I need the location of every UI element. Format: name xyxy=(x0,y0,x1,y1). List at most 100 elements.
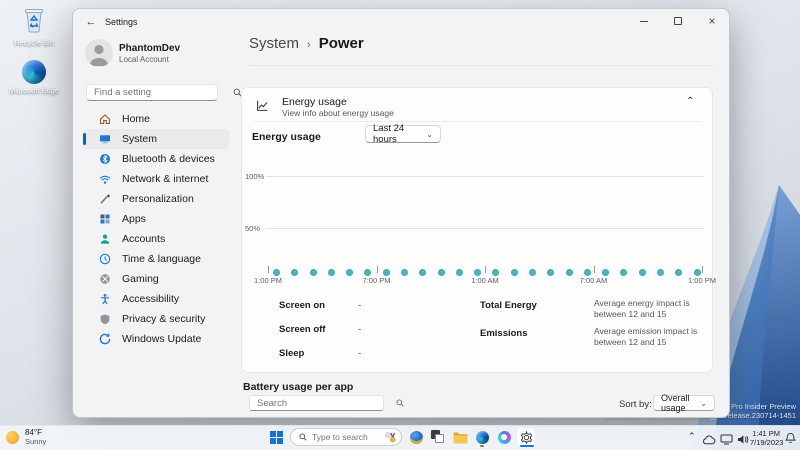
task-view-button[interactable] xyxy=(428,427,448,447)
tray-date: 7/19/2023 xyxy=(750,438,784,447)
stat-sleep-label: Sleep xyxy=(279,348,305,359)
energy-data-point[interactable] xyxy=(419,269,427,277)
stat-screen-on-label: Screen on xyxy=(279,300,325,311)
system-icon xyxy=(99,133,111,145)
chevron-down-icon: ⌄ xyxy=(426,129,433,139)
running-indicator xyxy=(480,445,484,447)
energy-data-point[interactable] xyxy=(382,269,390,277)
x-tick-mark xyxy=(593,266,595,273)
user-name: PhantomDev xyxy=(119,43,181,54)
sidebar-item-apps[interactable]: Apps xyxy=(83,209,229,229)
start-button[interactable] xyxy=(266,427,286,447)
chevron-down-icon: ⌄ xyxy=(700,398,707,408)
card-divider xyxy=(254,121,702,122)
windows-logo-icon xyxy=(269,430,283,444)
stat-total-energy-label: Total Energy xyxy=(480,300,537,311)
energy-data-point[interactable] xyxy=(510,269,518,277)
settings-search-input[interactable] xyxy=(87,87,233,98)
network-tray-button[interactable] xyxy=(720,432,733,450)
energy-data-point[interactable] xyxy=(693,269,701,277)
x-tick-mark xyxy=(702,266,703,273)
energy-data-point[interactable] xyxy=(547,269,555,277)
sidebar: PhantomDev Local Account Home System Blu… xyxy=(73,37,242,417)
taskbar-app-blue[interactable] xyxy=(406,427,426,447)
close-button[interactable]: × xyxy=(695,9,729,33)
file-explorer-button[interactable] xyxy=(450,427,470,447)
taskbar-search-input[interactable] xyxy=(312,432,384,442)
energy-data-point[interactable] xyxy=(327,269,335,277)
settings-window: ← Settings × PhantomDev Local Account Fi… xyxy=(72,8,730,418)
x-tick-mark xyxy=(485,266,486,273)
recycle-bin-icon xyxy=(25,9,43,33)
minimize-button[interactable] xyxy=(627,9,661,33)
volume-tray-button[interactable] xyxy=(737,432,749,450)
desktop-icon-recycle-bin[interactable]: Recycle Bin xyxy=(5,6,63,47)
sidebar-item-system[interactable]: System xyxy=(83,129,229,149)
xbox-icon xyxy=(99,273,111,285)
sidebar-item-privacy-security[interactable]: Privacy & security xyxy=(83,309,229,329)
page-title: Power xyxy=(318,35,364,52)
tray-expand-button[interactable]: ⌃ xyxy=(688,431,696,442)
sidebar-item-accounts[interactable]: Accounts xyxy=(83,229,229,249)
energy-data-point[interactable] xyxy=(346,269,354,277)
card-subtitle: View info about energy usage xyxy=(282,108,394,118)
energy-data-point[interactable] xyxy=(291,269,299,277)
breadcrumb-parent[interactable]: System xyxy=(249,35,299,52)
sidebar-item-home[interactable]: Home xyxy=(83,109,229,129)
weather-widget[interactable]: 84°F Sunny xyxy=(6,428,46,446)
maximize-button[interactable] xyxy=(661,9,695,33)
sidebar-item-accessibility[interactable]: Accessibility xyxy=(83,289,229,309)
energy-data-point[interactable] xyxy=(620,269,628,277)
copilot-button[interactable] xyxy=(494,427,514,447)
battery-search-input[interactable] xyxy=(250,397,396,409)
time-range-dropdown[interactable]: Last 24 hours ⌄ xyxy=(365,123,441,145)
desktop-icon-microsoft-edge[interactable]: Microsoft Edge xyxy=(5,60,63,95)
app-icon-blue xyxy=(409,430,423,444)
sidebar-item-personalization[interactable]: Personalization xyxy=(83,189,229,209)
minimize-icon xyxy=(640,20,648,22)
sidebar-item-bluetooth-devices[interactable]: Bluetooth & devices xyxy=(83,149,229,169)
y-tick-label: 50% xyxy=(245,224,261,233)
sidebar-item-time-language[interactable]: Time & language xyxy=(83,249,229,269)
tray-time: 1:41 PM xyxy=(752,429,780,438)
energy-data-point[interactable] xyxy=(400,269,408,277)
header-divider xyxy=(249,65,713,66)
stat-screen-off-label: Screen off xyxy=(279,324,326,335)
collapse-chevron-icon[interactable]: ⌃ xyxy=(686,96,694,107)
notification-center-button[interactable] xyxy=(785,431,796,449)
user-account-type: Local Account xyxy=(119,55,169,64)
copilot-icon xyxy=(497,430,511,444)
stat-total-energy-value: Average energy impact is between 12 and … xyxy=(594,298,690,319)
energy-data-point[interactable] xyxy=(638,269,646,277)
window-controls: × xyxy=(627,9,729,33)
x-tick-label: 7:00 AM xyxy=(579,276,608,285)
energy-data-point[interactable] xyxy=(437,269,445,277)
settings-taskbar-button[interactable] xyxy=(516,427,536,447)
accessibility-person-icon xyxy=(99,293,111,305)
energy-data-point[interactable] xyxy=(656,269,664,277)
stat-emissions-value: Average emission impact is between 12 an… xyxy=(594,326,698,347)
sort-by-dropdown[interactable]: Overall usage ⌄ xyxy=(653,393,715,413)
energy-data-point[interactable] xyxy=(309,269,317,277)
task-view-icon xyxy=(431,430,445,444)
energy-data-point[interactable] xyxy=(455,269,463,277)
avatar[interactable] xyxy=(85,39,113,67)
stat-screen-on-value: - xyxy=(358,300,362,311)
brush-icon xyxy=(99,193,111,205)
edge-button[interactable] xyxy=(472,427,492,447)
cloud-icon xyxy=(703,435,716,445)
battery-search[interactable] xyxy=(249,395,404,411)
stat-screen-off-value: - xyxy=(358,324,362,335)
sidebar-item-network-internet[interactable]: Network & internet xyxy=(83,169,229,189)
energy-data-point[interactable] xyxy=(565,269,573,277)
onedrive-tray-button[interactable] xyxy=(702,432,716,450)
stat-emissions-label: Emissions xyxy=(480,328,528,339)
sidebar-item-gaming[interactable]: Gaming xyxy=(83,269,229,289)
sun-icon xyxy=(6,430,19,444)
sidebar-item-windows-update[interactable]: Windows Update xyxy=(83,329,229,349)
settings-search[interactable] xyxy=(86,84,242,101)
taskbar-search[interactable] xyxy=(290,428,402,446)
clock-tray[interactable]: 1:41 PM 7/19/2023 xyxy=(750,429,784,447)
back-button[interactable]: ← xyxy=(83,14,99,30)
energy-data-point[interactable] xyxy=(528,269,536,277)
